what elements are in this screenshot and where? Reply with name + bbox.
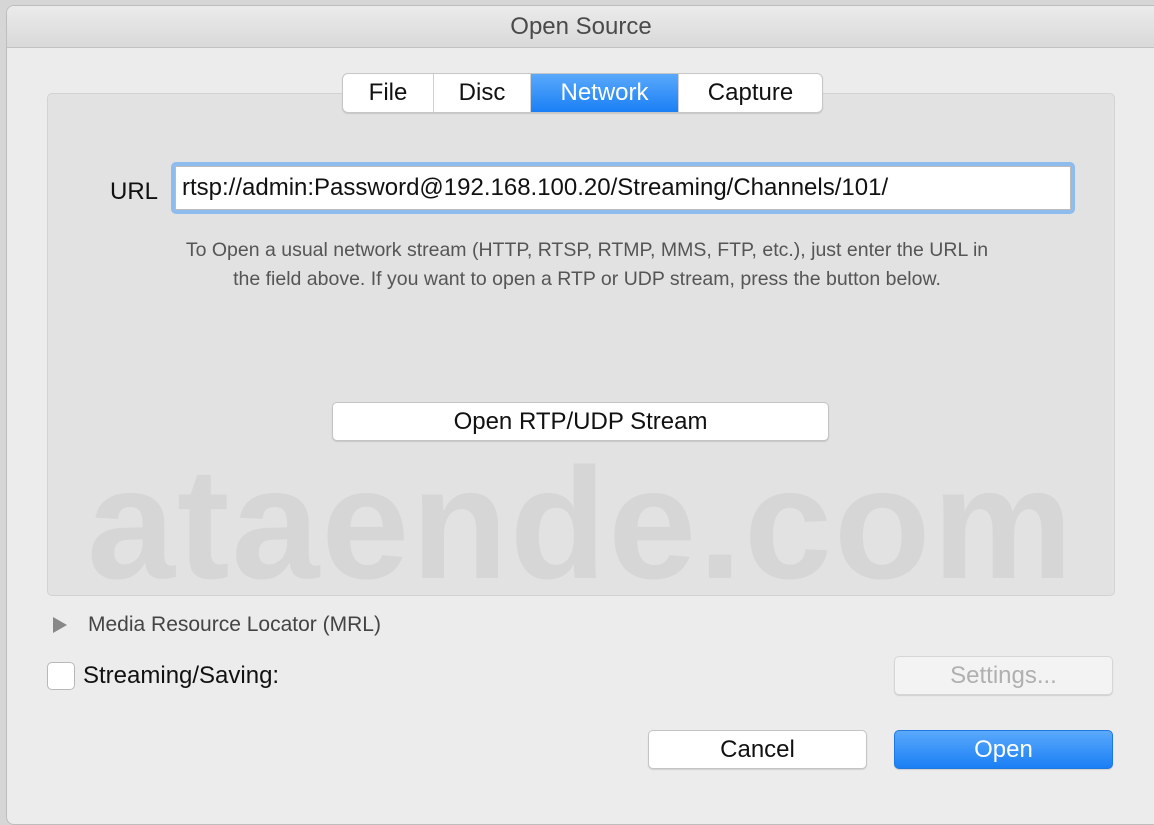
disclosure-triangle-icon[interactable] <box>53 617 67 633</box>
open-button[interactable]: Open <box>894 730 1113 769</box>
open-rtp-udp-stream-button[interactable]: Open RTP/UDP Stream <box>332 402 829 441</box>
tab-capture[interactable]: Capture <box>679 74 822 112</box>
help-line-1: To Open a usual network stream (HTTP, RT… <box>185 239 989 261</box>
tab-file[interactable]: File <box>343 74 434 112</box>
url-field-wrapper <box>171 162 1075 214</box>
open-source-dialog: Open Source ataende.com File Disc Networ… <box>6 5 1154 825</box>
source-tabs: File Disc Network Capture <box>342 73 823 113</box>
tab-disc[interactable]: Disc <box>434 74 531 112</box>
settings-button[interactable]: Settings... <box>894 656 1113 695</box>
streaming-saving-label[interactable]: Streaming/Saving: <box>83 662 279 690</box>
cancel-button[interactable]: Cancel <box>648 730 867 769</box>
streaming-saving-checkbox[interactable] <box>47 662 75 690</box>
mrl-label[interactable]: Media Resource Locator (MRL) <box>88 613 381 637</box>
url-label: URL <box>110 178 159 205</box>
window-title: Open Source <box>7 6 1154 48</box>
help-line-2: the field above. If you want to open a R… <box>233 268 941 290</box>
help-text: To Open a usual network stream (HTTP, RT… <box>67 236 1107 294</box>
url-input[interactable] <box>175 166 1071 210</box>
tab-network[interactable]: Network <box>531 74 679 112</box>
